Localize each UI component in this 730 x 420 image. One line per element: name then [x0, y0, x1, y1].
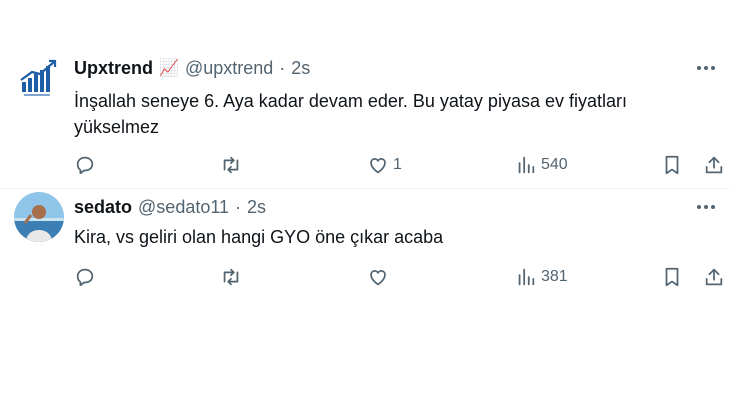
- like-button[interactable]: 1: [367, 150, 402, 180]
- avatar[interactable]: [14, 192, 64, 242]
- share-icon: [705, 268, 723, 286]
- like-count: 1: [393, 156, 402, 173]
- retweet-icon: [223, 268, 239, 286]
- heart-icon: [370, 270, 386, 286]
- timestamp[interactable]: 2s: [247, 197, 266, 218]
- display-name[interactable]: Upxtrend: [74, 58, 153, 79]
- view-count: 540: [541, 156, 568, 173]
- bookmark-icon: [665, 155, 679, 175]
- more-icon[interactable]: [694, 197, 718, 217]
- tweet-text: Kira, vs geliri olan hangi GYO öne çıkar…: [74, 227, 444, 247]
- separator: ·: [279, 57, 286, 78]
- bookmark-icon: [665, 267, 679, 287]
- tweet[interactable]: sedato @sedato11 · 2s Kira, vs geliri ol…: [0, 188, 730, 308]
- user-handle[interactable]: @upxtrend: [185, 58, 273, 79]
- tweet-text: İnşallah seneye 6. Aya kadar devam eder.…: [74, 91, 627, 137]
- retweet-icon: [223, 156, 239, 174]
- reply-button[interactable]: [74, 262, 96, 292]
- like-button[interactable]: [367, 262, 389, 292]
- profile-photo-icon: [14, 192, 64, 242]
- views-button[interactable]: 540: [515, 150, 568, 180]
- chart-emoji-icon: 📈: [159, 60, 179, 77]
- tweet[interactable]: Upxtrend 📈 @upxtrend · 2s İnşallah seney…: [0, 0, 730, 188]
- view-count: 381: [541, 268, 568, 285]
- views-button[interactable]: 381: [515, 262, 568, 292]
- tweet-header: sedato @sedato11 · 2s: [74, 195, 266, 219]
- retweet-button[interactable]: [220, 150, 242, 180]
- views-icon: [518, 156, 535, 174]
- tweet-actions: 1 540: [0, 150, 730, 180]
- share-button[interactable]: [703, 150, 725, 180]
- timestamp[interactable]: 2s: [291, 58, 310, 79]
- separator: ·: [235, 196, 242, 217]
- tweet-actions: 381: [0, 262, 730, 292]
- reply-icon: [76, 156, 94, 175]
- reply-icon: [76, 268, 94, 287]
- views-icon: [518, 268, 535, 286]
- heart-icon: [370, 158, 386, 174]
- share-icon: [705, 156, 723, 174]
- more-icon[interactable]: [694, 58, 718, 78]
- user-handle[interactable]: @sedato11: [138, 197, 229, 218]
- avatar[interactable]: [14, 52, 64, 102]
- display-name[interactable]: sedato: [74, 197, 132, 218]
- bookmark-button[interactable]: [661, 262, 683, 292]
- bookmark-button[interactable]: [661, 150, 683, 180]
- upxtrend-logo-icon: [20, 59, 57, 96]
- retweet-button[interactable]: [220, 262, 242, 292]
- share-button[interactable]: [703, 262, 725, 292]
- tweet-header: Upxtrend 📈 @upxtrend · 2s: [74, 56, 310, 80]
- reply-button[interactable]: [74, 150, 96, 180]
